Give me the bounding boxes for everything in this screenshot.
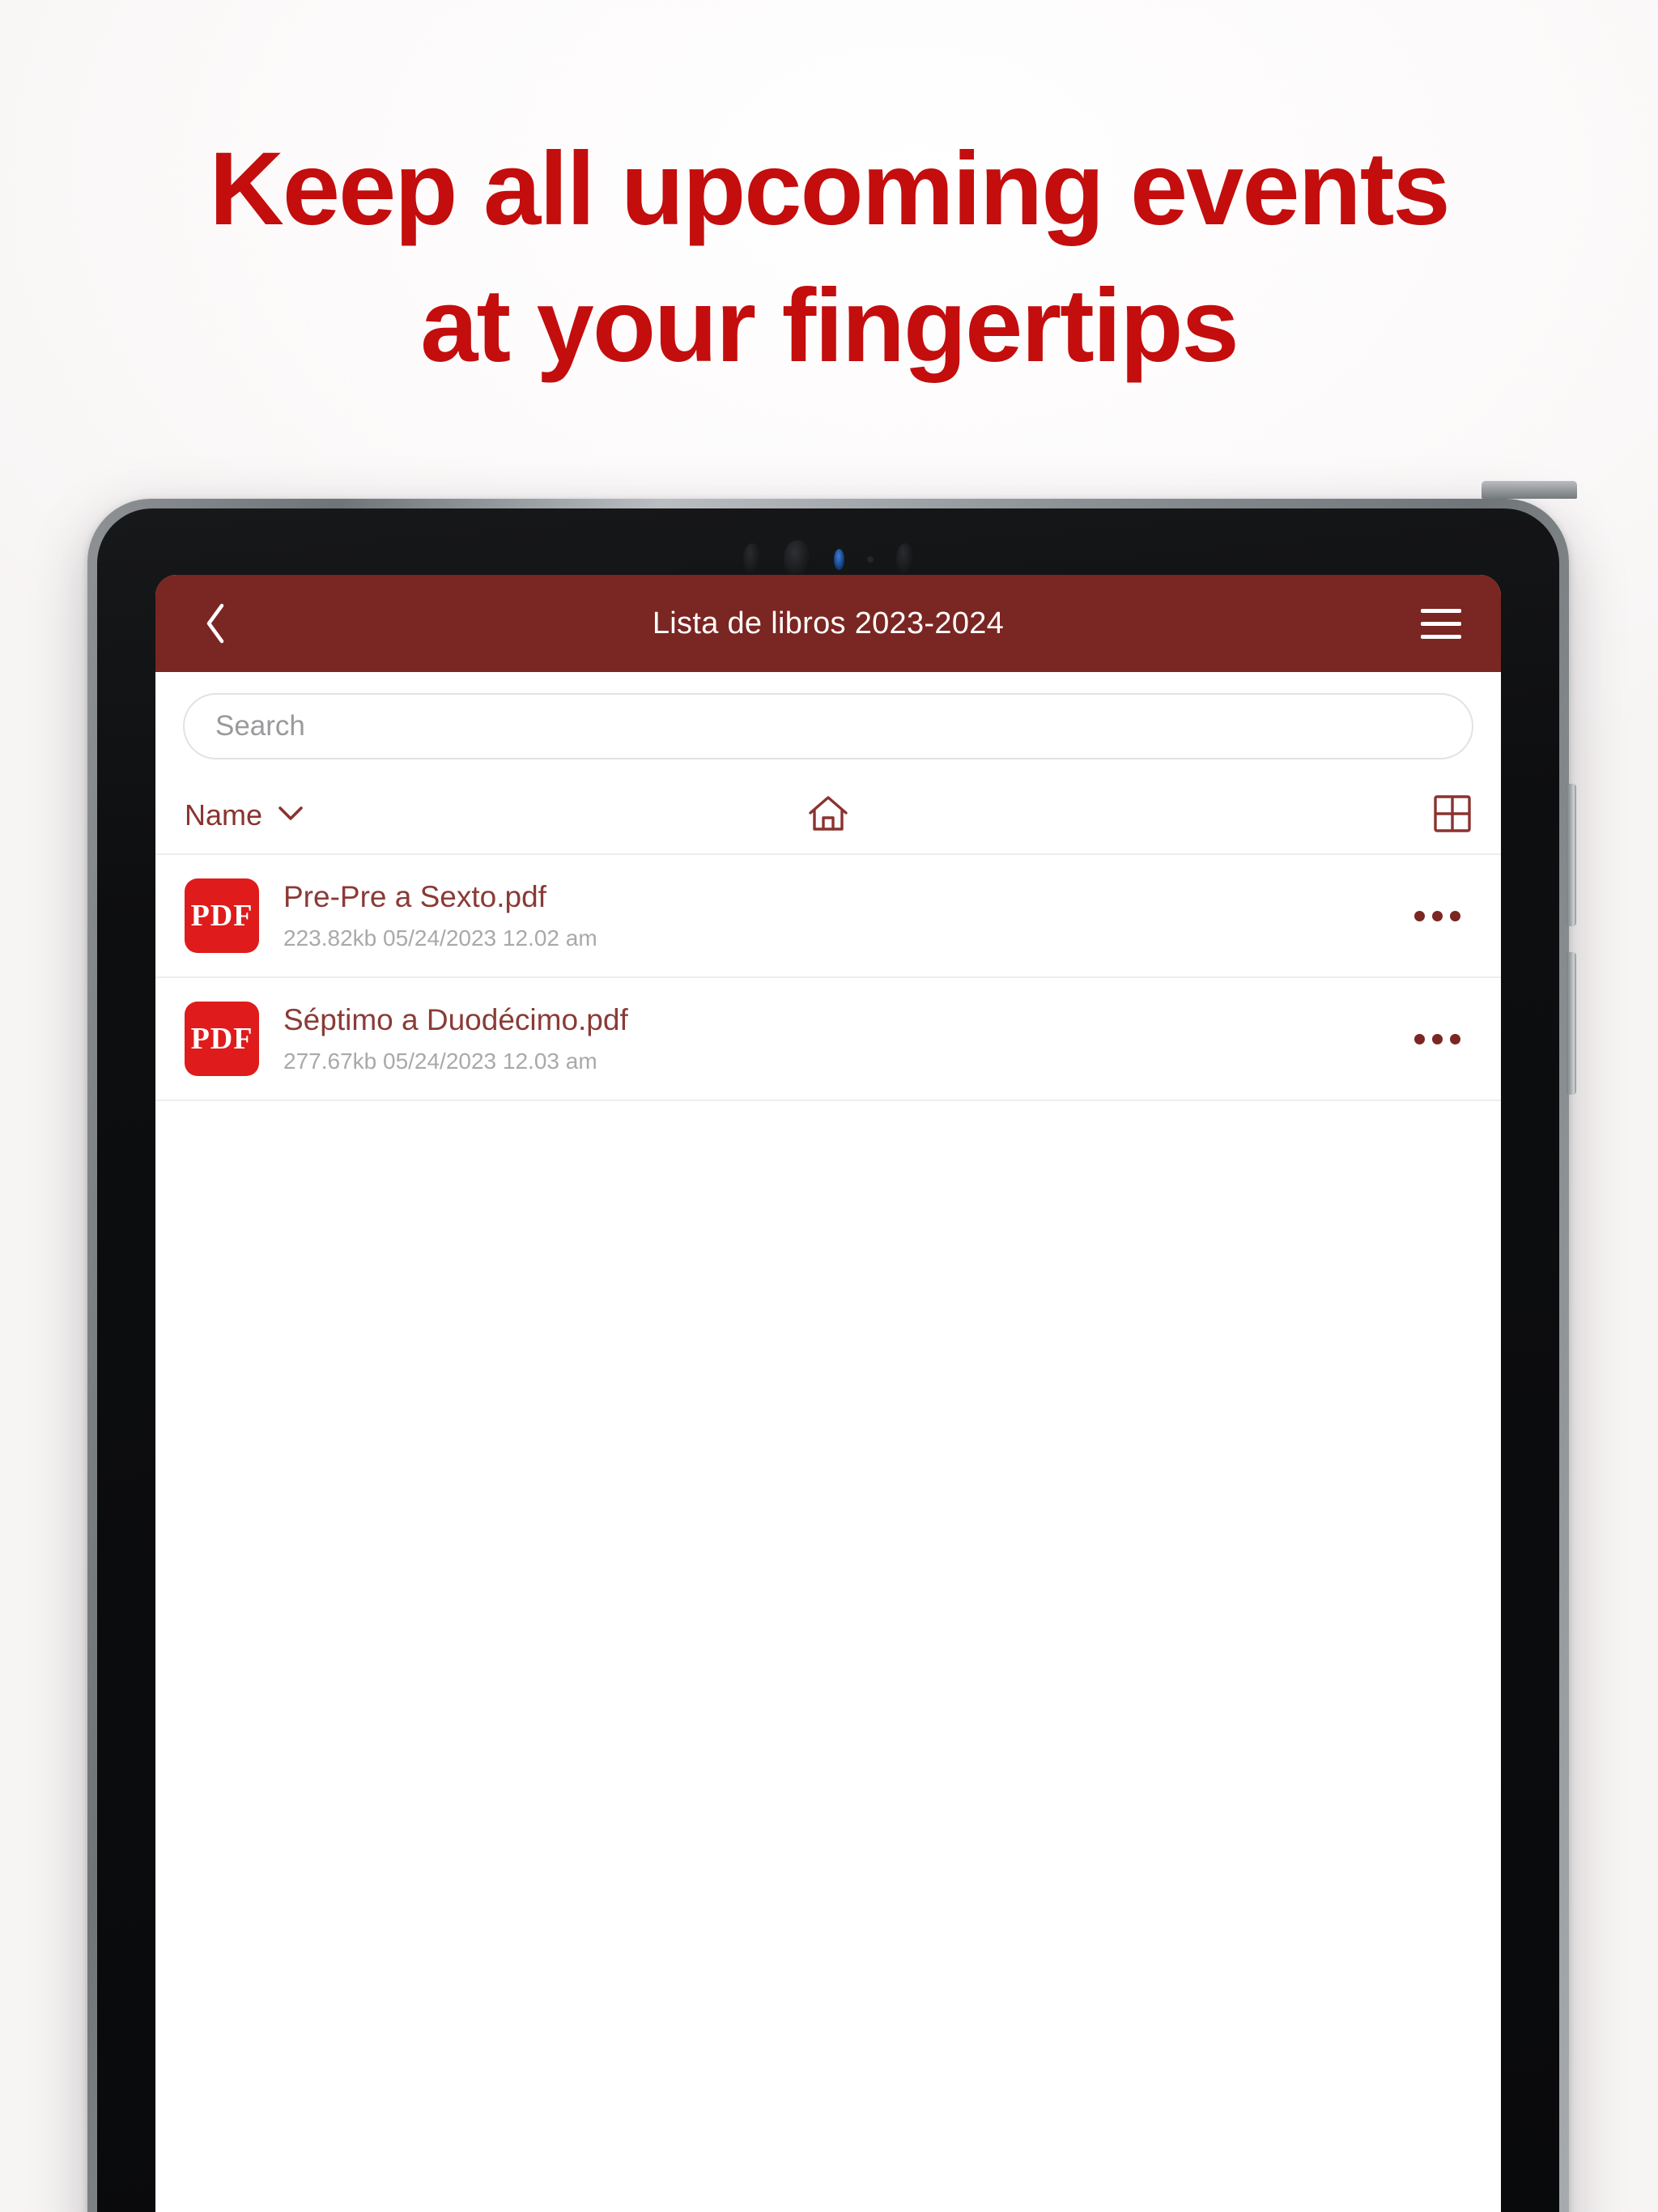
table-row[interactable]: PDF Séptimo a Duodécimo.pdf 277.67kb 05/… — [155, 978, 1501, 1101]
proximity-sensor-icon — [742, 543, 761, 576]
list-toolbar: Name — [155, 777, 1501, 855]
row-overflow-menu-button[interactable] — [1403, 895, 1472, 938]
device-bezel: Lista de libros 2023-2024 Name — [97, 508, 1559, 2212]
file-info: Séptimo a Duodécimo.pdf 277.67kb 05/24/2… — [283, 1003, 628, 1074]
file-list: PDF Pre-Pre a Sexto.pdf 223.82kb 05/24/2… — [155, 855, 1501, 1101]
ambient-sensor-icon — [866, 556, 874, 563]
file-info: Pre-Pre a Sexto.pdf 223.82kb 05/24/2023 … — [283, 880, 597, 951]
status-led-icon — [833, 549, 844, 570]
table-row[interactable]: PDF Pre-Pre a Sexto.pdf 223.82kb 05/24/2… — [155, 855, 1501, 978]
grid-view-toggle-button[interactable] — [1433, 794, 1472, 837]
home-icon — [806, 795, 850, 837]
pdf-file-icon: PDF — [185, 878, 259, 953]
row-overflow-menu-button[interactable] — [1403, 1018, 1472, 1061]
hamburger-menu-icon-bar — [1421, 608, 1461, 613]
file-name: Séptimo a Duodécimo.pdf — [283, 1003, 628, 1036]
page-title: Keep all upcoming events at your fingert… — [209, 131, 1450, 384]
front-camera-icon — [783, 540, 811, 579]
pdf-file-icon: PDF — [185, 1002, 259, 1076]
more-horizontal-icon-dot — [1450, 910, 1460, 921]
app-screen: Lista de libros 2023-2024 Name — [155, 575, 1501, 2212]
more-horizontal-icon-dot — [1432, 1033, 1443, 1044]
file-meta: 223.82kb 05/24/2023 12.02 am — [283, 925, 597, 951]
search-input[interactable] — [183, 693, 1473, 759]
app-bar-title: Lista de libros 2023-2024 — [652, 606, 1005, 640]
file-name: Pre-Pre a Sexto.pdf — [283, 880, 546, 913]
hamburger-menu-button[interactable] — [1410, 593, 1472, 654]
secondary-camera-icon — [895, 543, 914, 576]
search-section — [155, 672, 1501, 777]
more-horizontal-icon-dot — [1432, 910, 1443, 921]
home-navigation-wrapper — [155, 793, 1501, 838]
pdf-badge-label: PDF — [190, 1022, 253, 1056]
more-horizontal-icon-dot — [1414, 1033, 1425, 1044]
sort-by-label: Name — [185, 798, 263, 832]
pdf-badge-label: PDF — [190, 899, 253, 933]
home-button[interactable] — [806, 793, 850, 838]
volume-down-button[interactable] — [1567, 952, 1576, 1095]
volume-up-button[interactable] — [1567, 784, 1576, 926]
app-bar: Lista de libros 2023-2024 — [155, 575, 1501, 672]
more-horizontal-icon-dot — [1414, 910, 1425, 921]
hamburger-menu-icon-bar — [1421, 634, 1461, 639]
hamburger-menu-icon-bar — [1421, 621, 1461, 626]
grid-view-icon — [1433, 794, 1472, 837]
sort-by-name-control[interactable]: Name — [185, 798, 304, 832]
power-button[interactable] — [1482, 481, 1577, 499]
chevron-down-icon — [277, 805, 304, 827]
chevron-left-icon — [203, 602, 227, 644]
tablet-device-mockup: Lista de libros 2023-2024 Name — [87, 481, 1577, 2212]
file-meta: 277.67kb 05/24/2023 12.03 am — [283, 1049, 597, 1074]
back-button[interactable] — [185, 593, 246, 654]
more-horizontal-icon-dot — [1450, 1033, 1460, 1044]
